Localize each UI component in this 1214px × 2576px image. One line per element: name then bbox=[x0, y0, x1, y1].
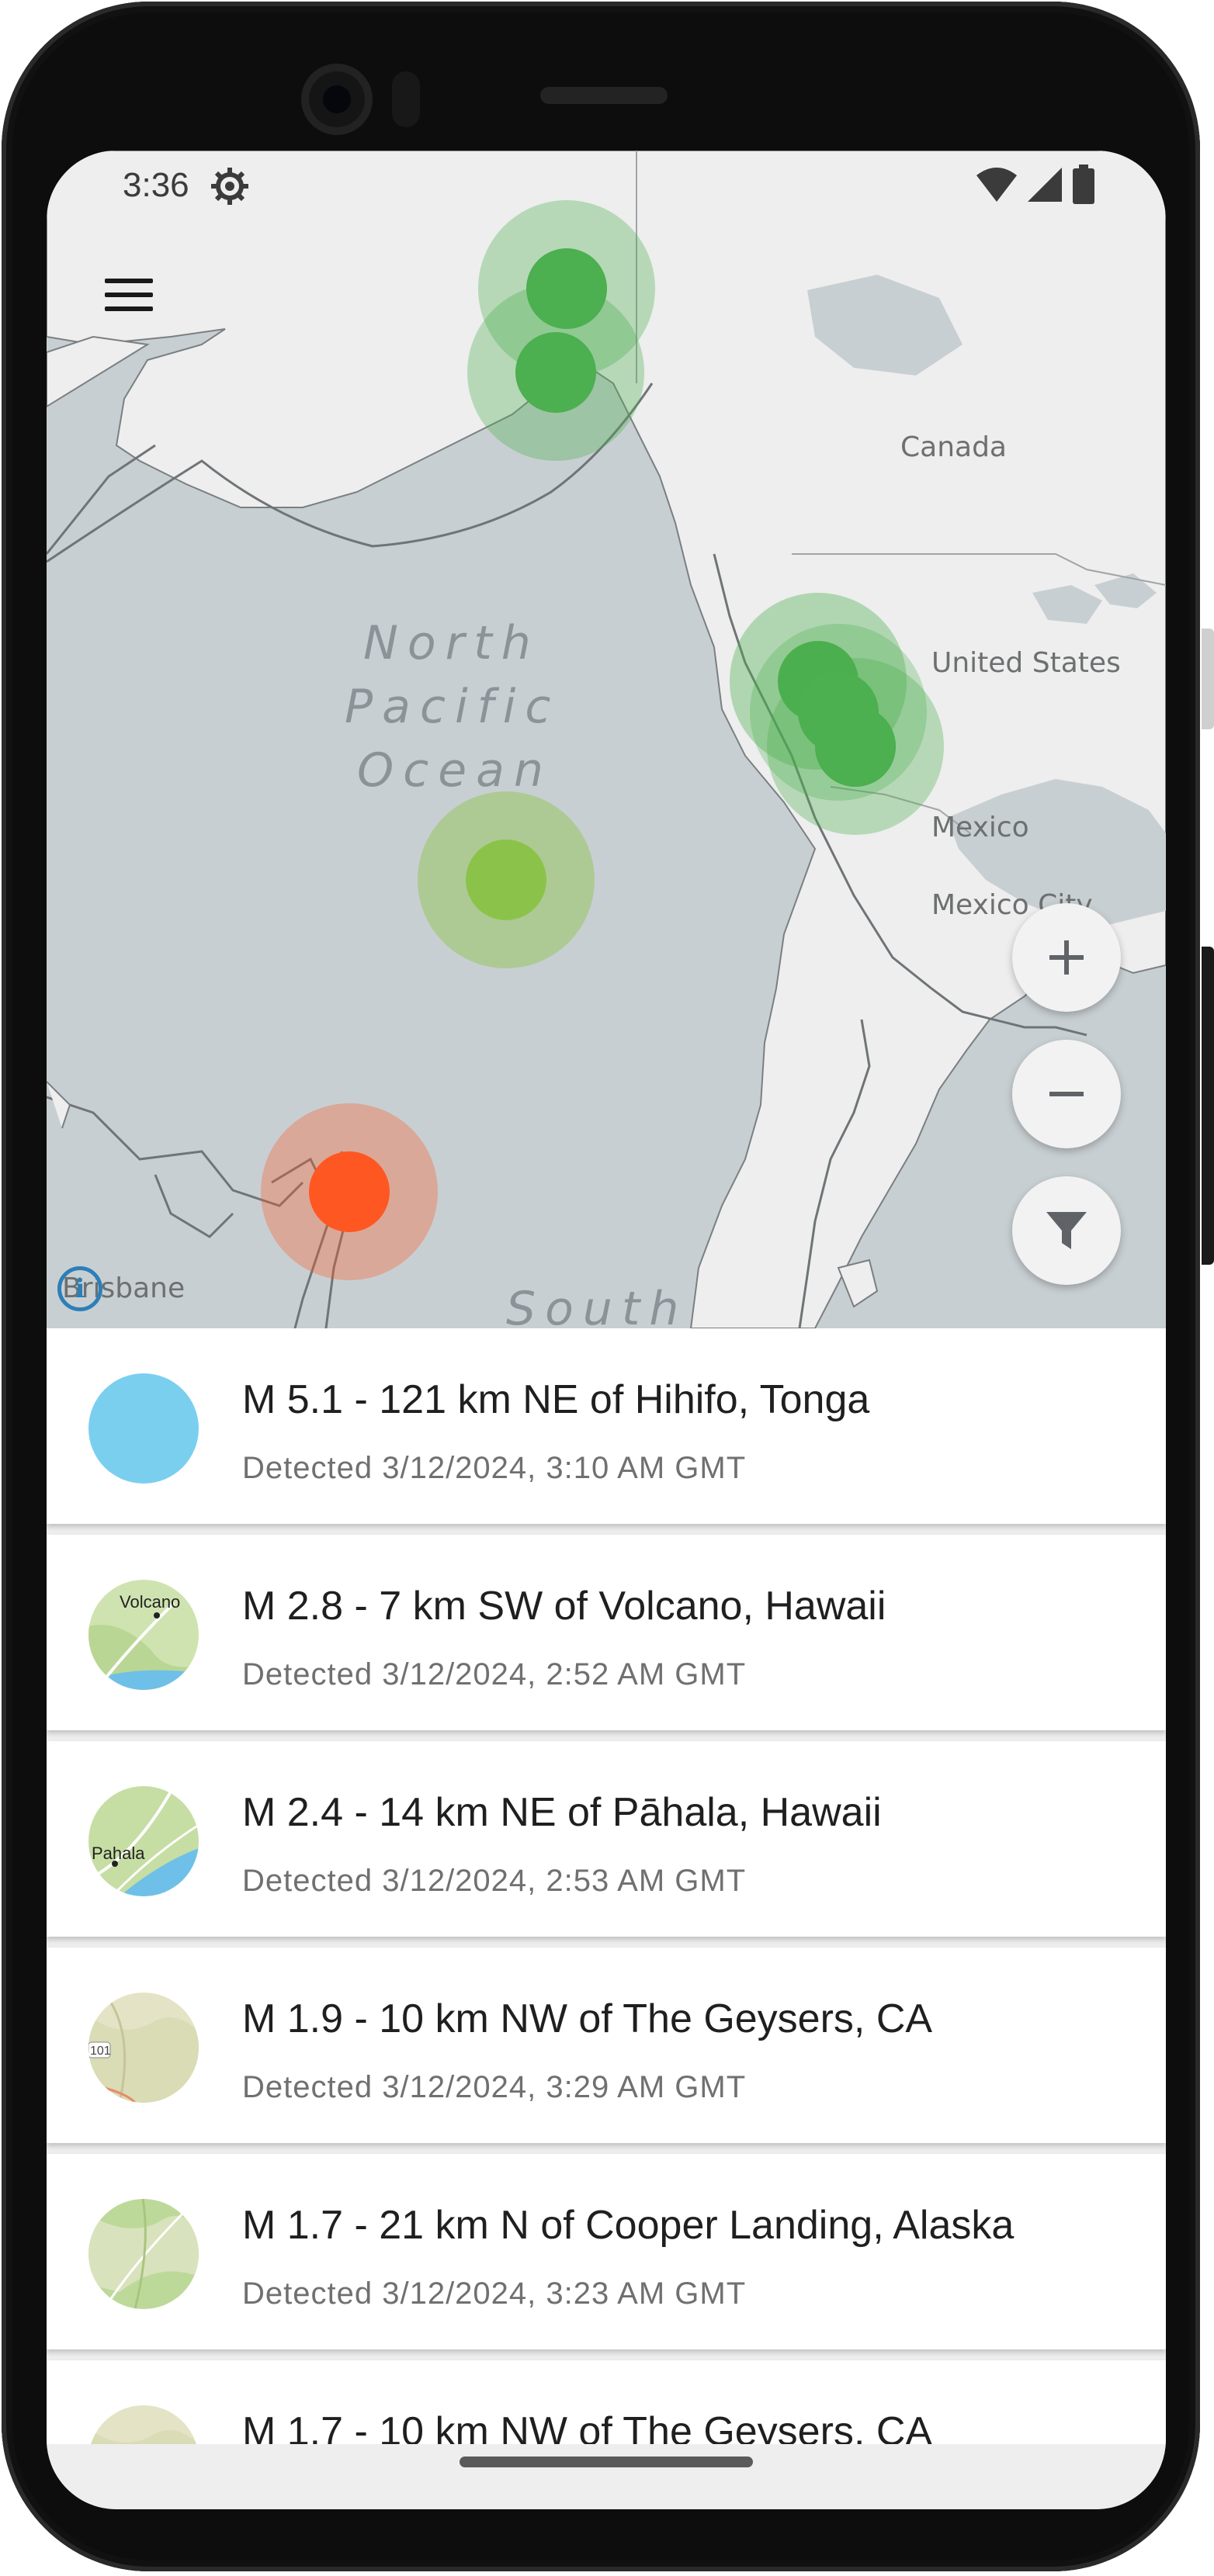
home-gesture-handle[interactable] bbox=[460, 2457, 753, 2467]
item-detected: Detected 3/12/2024, 3:23 AM GMT bbox=[242, 2277, 747, 2311]
list-item[interactable]: M 5.1 - 121 km NE of Hihifo, Tonga Detec… bbox=[47, 1328, 1166, 1524]
list-item[interactable]: Pahala M 2.4 - 14 km NE of Pāhala, Hawai… bbox=[47, 1741, 1166, 1937]
attribution-info-button[interactable]: i bbox=[57, 1266, 102, 1311]
quake-thumbnail-map bbox=[88, 2199, 199, 2309]
menu-button[interactable] bbox=[90, 256, 168, 334]
item-title: M 2.4 - 14 km NE of Pāhala, Hawaii bbox=[242, 1790, 882, 1835]
zoom-out-button[interactable] bbox=[1012, 1040, 1121, 1148]
filter-icon bbox=[1046, 1212, 1087, 1249]
item-detected: Detected 3/12/2024, 3:29 AM GMT bbox=[242, 2070, 747, 2104]
front-camera bbox=[301, 64, 373, 135]
gear-icon bbox=[211, 168, 248, 205]
status-time: 3:36 bbox=[123, 166, 189, 204]
list-item[interactable]: 101 M 1.9 - 10 km NW of The Geysers, CA … bbox=[47, 1948, 1166, 2143]
earthquake-list[interactable]: M 5.1 - 121 km NE of Hihifo, Tonga Detec… bbox=[47, 1328, 1166, 2444]
thumb-label: Volcano bbox=[120, 1592, 180, 1612]
volume-button bbox=[1202, 947, 1214, 1265]
earthquake-map[interactable]: Canada United States Mexico Mexico City … bbox=[47, 151, 1166, 1328]
ocean-label-line2: Pacific bbox=[345, 680, 560, 734]
info-icon: i bbox=[75, 1273, 85, 1304]
quake-marker-alaska-2[interactable] bbox=[515, 332, 596, 413]
zoom-in-button[interactable] bbox=[1012, 903, 1121, 1012]
map-thumbnail: Volcano bbox=[88, 1580, 199, 1690]
power-button bbox=[1202, 628, 1214, 729]
item-detected: Detected 3/12/2024, 3:10 AM GMT bbox=[242, 1451, 747, 1485]
quake-thumbnail-map: Volcano bbox=[88, 1580, 199, 1690]
map-label-mexico: Mexico bbox=[931, 812, 1029, 843]
item-detected: Detected 3/12/2024, 2:53 AM GMT bbox=[242, 1864, 747, 1898]
item-title: M 2.8 - 7 km SW of Volcano, Hawaii bbox=[242, 1584, 886, 1629]
map-label-united-states: United States bbox=[931, 647, 1121, 679]
thumb-label: Pahala bbox=[92, 1844, 145, 1863]
quake-thumbnail-map: 101 bbox=[88, 1993, 199, 2103]
ocean-label-line1: North bbox=[363, 616, 540, 670]
camera-sensor bbox=[392, 71, 420, 127]
hamburger-icon-bar bbox=[105, 279, 153, 283]
hamburger-icon-bar bbox=[105, 293, 153, 297]
map-thumbnail: Pahala bbox=[88, 1786, 199, 1896]
quake-marker-california-4[interactable] bbox=[815, 706, 896, 787]
signal-icon bbox=[1028, 168, 1062, 202]
screen: Canada United States Mexico Mexico City … bbox=[47, 151, 1166, 2509]
item-title: M 1.9 - 10 km NW of The Geysers, CA bbox=[242, 1996, 933, 2041]
quake-thumbnail-map bbox=[88, 2405, 199, 2444]
map-label-canada: Canada bbox=[900, 431, 1007, 463]
filter-button[interactable] bbox=[1012, 1176, 1121, 1285]
item-title: M 5.1 - 121 km NE of Hihifo, Tonga bbox=[242, 1377, 870, 1422]
list-item[interactable]: Volcano M 2.8 - 7 km SW of Volcano, Hawa… bbox=[47, 1535, 1166, 1730]
earpiece-speaker bbox=[540, 87, 668, 104]
ocean-label-line3: Ocean bbox=[357, 743, 553, 798]
thumb-label: 101 bbox=[90, 2045, 111, 2058]
map-thumbnail bbox=[88, 2405, 199, 2444]
hamburger-icon-bar bbox=[105, 306, 153, 311]
item-title: M 1.7 - 10 km NW of The Geysers, CA bbox=[242, 2409, 933, 2444]
quake-thumbnail-blue bbox=[88, 1373, 199, 1484]
battery-icon bbox=[1073, 164, 1094, 204]
quake-thumbnail-map: Pahala bbox=[88, 1786, 199, 1896]
gesture-nav-bar bbox=[47, 2444, 1166, 2509]
plus-icon bbox=[1049, 940, 1084, 975]
list-item[interactable]: M 1.7 - 21 km N of Cooper Landing, Alask… bbox=[47, 2154, 1166, 2349]
map-thumbnail: 101 bbox=[88, 1993, 199, 2103]
quake-marker-tonga[interactable] bbox=[309, 1151, 390, 1232]
item-detected: Detected 3/12/2024, 2:52 AM GMT bbox=[242, 1657, 747, 1691]
wifi-icon bbox=[976, 168, 1017, 202]
ocean-label-south: South bbox=[506, 1282, 689, 1328]
status-bar: 3:36 bbox=[47, 151, 1166, 220]
item-title: M 1.7 - 21 km N of Cooper Landing, Alask… bbox=[242, 2203, 1015, 2248]
minus-icon bbox=[1049, 1092, 1084, 1096]
quake-marker-hawaii[interactable] bbox=[466, 840, 546, 920]
map-thumbnail bbox=[88, 2199, 199, 2309]
list-item[interactable]: M 1.7 - 10 km NW of The Geysers, CA bbox=[47, 2360, 1166, 2444]
